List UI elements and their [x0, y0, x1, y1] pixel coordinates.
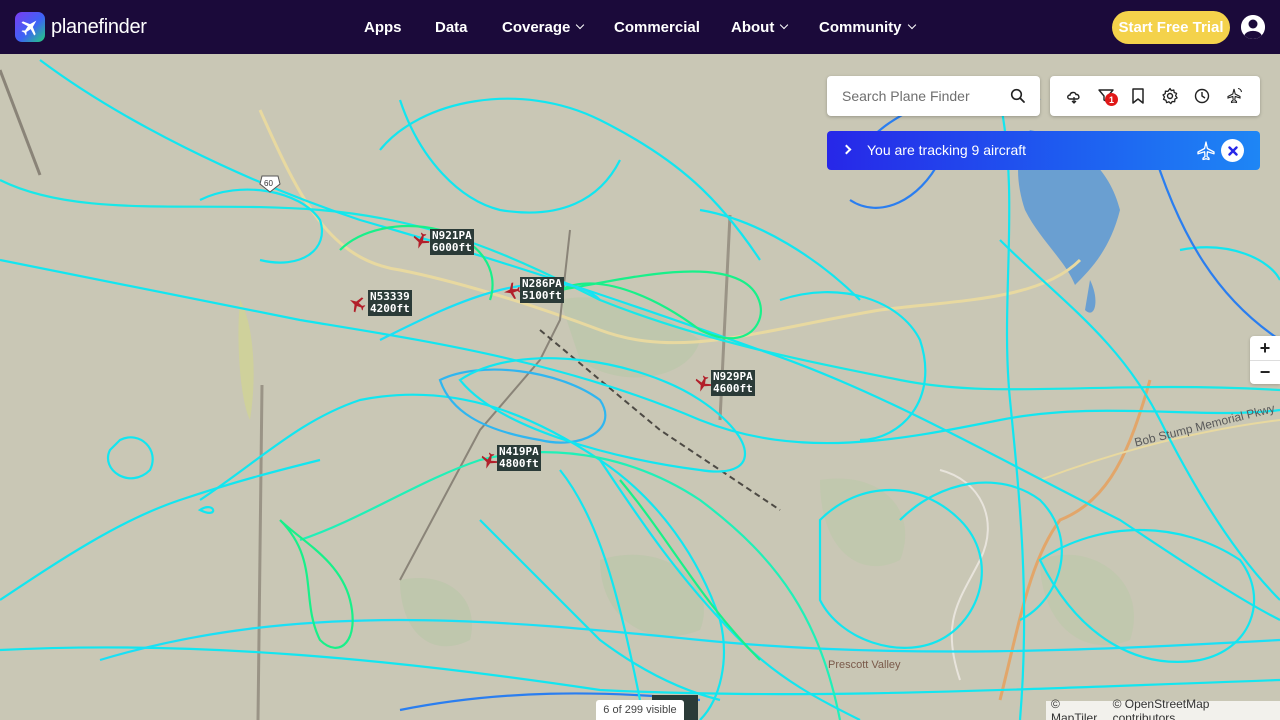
bookmark-icon[interactable]: [1129, 87, 1147, 105]
aircraft-altitude: 5100ft: [522, 289, 562, 302]
zoom-in-button[interactable]: +: [1250, 336, 1280, 360]
aircraft-label[interactable]: N286PA 5100ft: [520, 277, 564, 303]
maptiler-link[interactable]: © MapTiler: [1051, 697, 1109, 720]
nav-data[interactable]: Data: [435, 19, 468, 36]
search-icon[interactable]: [1010, 88, 1026, 104]
aircraft-altitude: 6000ft: [432, 241, 472, 254]
start-free-trial-button[interactable]: Start Free Trial: [1112, 11, 1230, 44]
playback-plane-icon[interactable]: [1225, 87, 1243, 105]
nav-apps-label: Apps: [364, 18, 402, 36]
aircraft-label[interactable]: N419PA 4800ft: [497, 445, 541, 471]
chevron-right-icon[interactable]: [841, 144, 852, 155]
aircraft-icon[interactable]: [412, 232, 430, 250]
weather-cloud-icon[interactable]: [1065, 87, 1083, 105]
aircraft-altitude: 4200ft: [370, 302, 410, 315]
aircraft-label[interactable]: N929PA 4600ft: [711, 370, 755, 396]
aircraft-icon[interactable]: [348, 295, 366, 313]
history-clock-icon[interactable]: [1193, 87, 1211, 105]
map-toolbar: [1050, 76, 1260, 116]
aircraft-altitude: 4800ft: [499, 457, 539, 470]
terrain-patches: [238, 297, 1134, 647]
nav-about-label: About: [731, 18, 775, 36]
visible-aircraft-count: 6 of 299 visible: [596, 700, 684, 720]
nav-apps[interactable]: Apps: [364, 19, 402, 36]
filter-count-badge: 1: [1105, 93, 1118, 106]
user-account-icon[interactable]: [1241, 15, 1265, 39]
search-box: [827, 76, 1040, 116]
nav-community-label: Community: [819, 18, 902, 36]
aircraft-icon[interactable]: [503, 282, 521, 300]
route-shield-label: 60: [264, 179, 273, 188]
search-input[interactable]: [842, 88, 1002, 104]
chevron-down-icon: [780, 20, 789, 30]
nav-coverage-label: Coverage: [502, 18, 571, 36]
settings-gear-icon[interactable]: [1161, 87, 1179, 105]
top-navigation-bar: planefinder Apps Data Coverage Commercia…: [0, 0, 1280, 54]
close-icon: [1227, 145, 1238, 156]
aircraft-label[interactable]: N53339 4200ft: [368, 290, 412, 316]
map-attribution: © MapTiler © OpenStreetMap contributors: [1046, 697, 1280, 720]
nav-community[interactable]: Community: [819, 18, 916, 36]
nav-about[interactable]: About: [731, 18, 789, 36]
planefinder-logo[interactable]: planefinder: [15, 12, 147, 42]
aircraft-icon[interactable]: [480, 452, 498, 470]
logo-mark-icon: [15, 12, 45, 42]
close-tracking-button[interactable]: [1221, 139, 1244, 162]
town-label: Prescott Valley: [828, 659, 901, 671]
nav-data-label: Data: [435, 18, 468, 36]
zoom-controls: + −: [1250, 336, 1280, 384]
nav-commercial[interactable]: Commercial: [614, 19, 700, 36]
chevron-down-icon: [907, 20, 916, 30]
tracking-banner[interactable]: You are tracking 9 aircraft: [827, 131, 1260, 170]
plane-outline-icon[interactable]: [1196, 141, 1216, 161]
osm-link[interactable]: © OpenStreetMap contributors: [1113, 697, 1275, 720]
tracking-text: You are tracking 9 aircraft: [867, 142, 1027, 158]
aircraft-icon[interactable]: [694, 375, 712, 393]
chevron-down-icon: [576, 20, 585, 30]
nav-commercial-label: Commercial: [614, 18, 700, 36]
nav-coverage[interactable]: Coverage: [502, 18, 585, 36]
aircraft-label[interactable]: N921PA 6000ft: [430, 229, 474, 255]
aircraft-altitude: 4600ft: [713, 382, 753, 395]
logo-text: planefinder: [51, 15, 147, 38]
zoom-out-button[interactable]: −: [1250, 360, 1280, 384]
